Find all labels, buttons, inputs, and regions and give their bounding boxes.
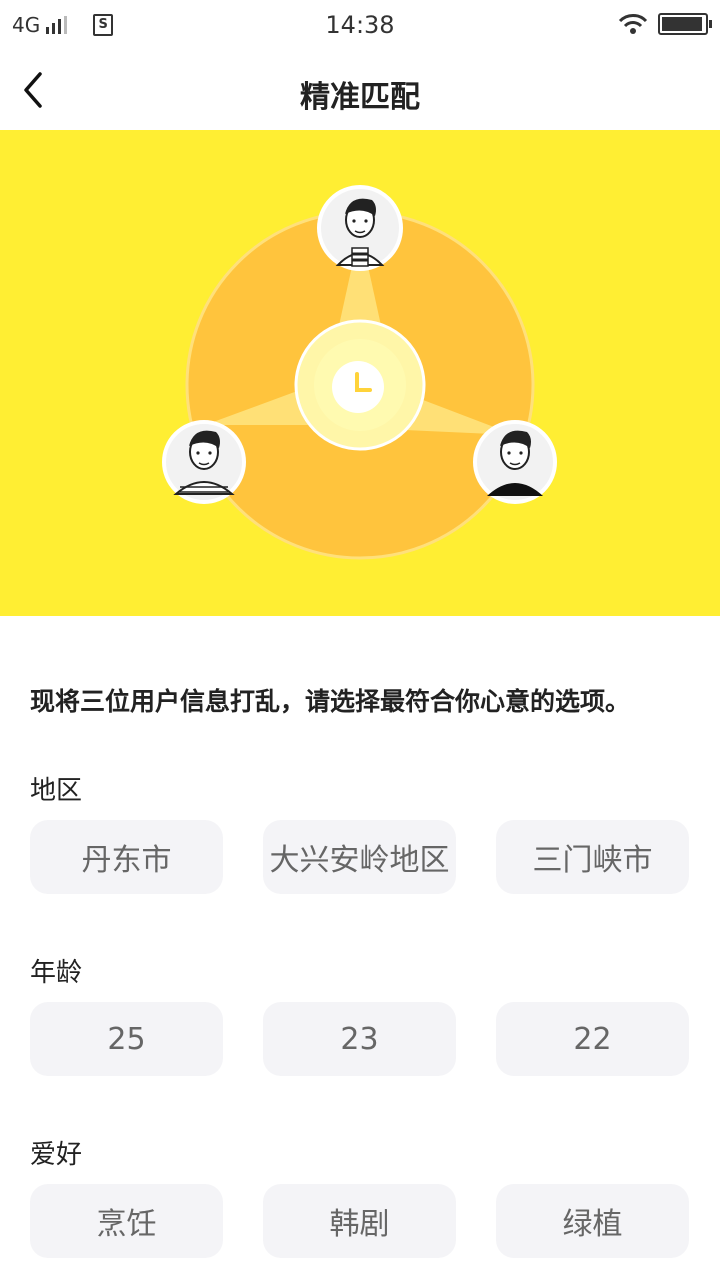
section-label-age: 年龄 [30, 958, 83, 988]
avatar-right [473, 420, 557, 504]
region-option[interactable]: 三门峡市 [496, 820, 689, 894]
section-label-region: 地区 [30, 776, 83, 806]
nav-bar: 精准匹配 [0, 52, 720, 130]
hobby-option[interactable]: 烹饪 [30, 1184, 223, 1258]
avatar-left [162, 420, 246, 504]
option-row-region: 丹东市 大兴安岭地区 三门峡市 [30, 820, 690, 894]
battery-icon [658, 13, 712, 35]
option-row-age: 25 23 22 [30, 1002, 690, 1076]
instruction-text: 现将三位用户信息打乱，请选择最符合你心意的选项。 [30, 687, 631, 716]
page-title: 精准匹配 [300, 80, 420, 115]
wifi-icon [618, 14, 648, 34]
hero-banner [0, 130, 720, 616]
age-option[interactable]: 23 [263, 1002, 456, 1076]
age-option[interactable]: 25 [30, 1002, 223, 1076]
hobby-option[interactable]: 绿植 [496, 1184, 689, 1258]
match-illustration [162, 185, 557, 560]
avatar-top [317, 185, 403, 271]
clock-icon [332, 361, 384, 413]
status-time: 14:38 [325, 11, 395, 39]
status-right [618, 12, 712, 36]
region-option[interactable]: 丹东市 [30, 820, 223, 894]
hobby-option[interactable]: 韩剧 [263, 1184, 456, 1258]
region-option[interactable]: 大兴安岭地区 [263, 820, 456, 894]
age-option[interactable]: 22 [496, 1002, 689, 1076]
section-label-hobby: 爱好 [30, 1140, 83, 1170]
option-row-hobby: 烹饪 韩剧 绿植 [30, 1184, 690, 1258]
status-bar: 4G S 14:38 [0, 0, 720, 52]
